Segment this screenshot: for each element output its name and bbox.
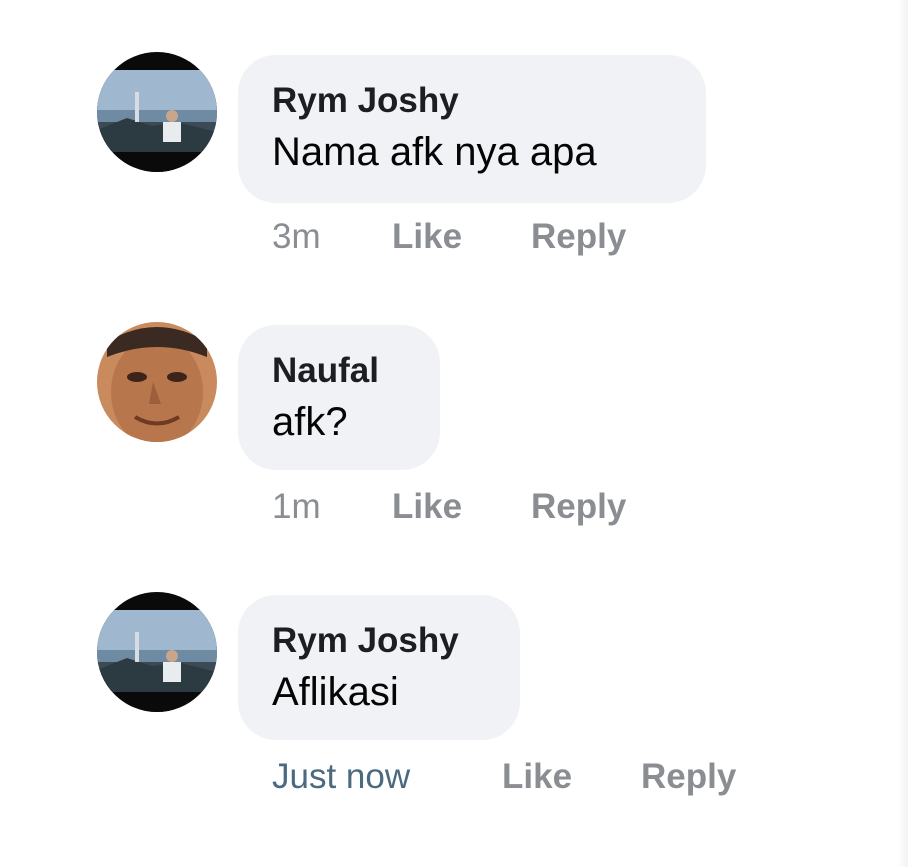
panel-edge [898, 0, 908, 867]
comment-text: Aflikasi [272, 670, 399, 714]
comment-text: Nama afk nya apa [272, 130, 597, 174]
comment-author[interactable]: Rym Joshy [272, 81, 672, 121]
reply-button[interactable]: Reply [531, 482, 626, 532]
like-button[interactable]: Like [392, 212, 462, 262]
comment-time[interactable]: Just now [272, 752, 410, 802]
avatar-photo-icon [97, 592, 217, 712]
comment-bubble: Rym Joshy Nama afk nya apa [238, 55, 706, 203]
avatar[interactable] [97, 592, 217, 712]
avatar[interactable] [97, 322, 217, 442]
comment-author[interactable]: Rym Joshy [272, 621, 486, 661]
comment-bubble: Naufal afk? [238, 325, 440, 470]
like-button[interactable]: Like [392, 482, 462, 532]
comment-time[interactable]: 3m [272, 212, 321, 262]
avatar[interactable] [97, 52, 217, 172]
comment-time[interactable]: 1m [272, 482, 321, 532]
avatar-photo-icon [97, 52, 217, 172]
comment-author[interactable]: Naufal [272, 351, 406, 391]
avatar-photo-icon [97, 322, 217, 442]
reply-button[interactable]: Reply [531, 212, 626, 262]
comment-text: afk? [272, 400, 348, 444]
like-button[interactable]: Like [502, 752, 572, 802]
comment-thread: Rym Joshy Nama afk nya apa 3m Like Reply… [0, 0, 908, 867]
reply-button[interactable]: Reply [641, 752, 736, 802]
comment-bubble: Rym Joshy Aflikasi [238, 595, 520, 740]
